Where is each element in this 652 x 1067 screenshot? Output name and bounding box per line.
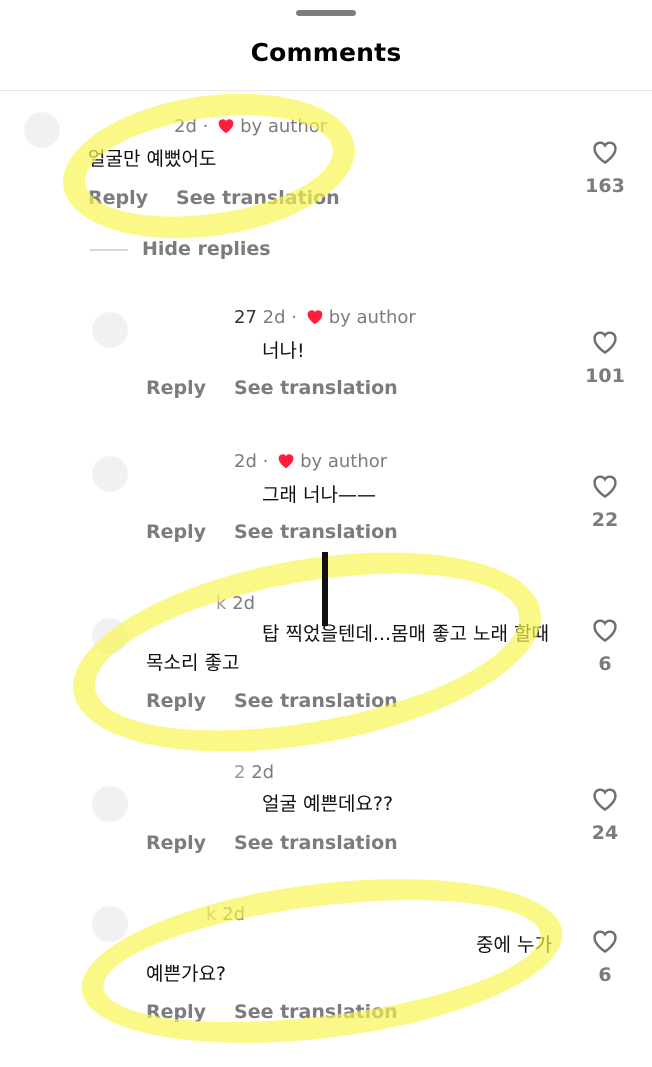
comment-time: 2d <box>262 307 286 328</box>
comment-username[interactable]: k <box>206 904 216 925</box>
see-translation-button[interactable]: See translation <box>234 1001 398 1023</box>
avatar[interactable] <box>92 618 128 654</box>
reply-button[interactable]: Reply <box>146 1001 206 1023</box>
like-count: 6 <box>598 653 612 675</box>
like-button[interactable]: 24 <box>580 785 630 844</box>
comment-meta: 2d · by author <box>174 116 328 139</box>
reply-button[interactable]: Reply <box>146 521 206 543</box>
comment-text: 너나! <box>262 340 305 362</box>
heart-outline-icon[interactable] <box>590 785 620 812</box>
hide-replies-label: Hide replies <box>142 238 271 260</box>
redaction-mark <box>322 552 328 626</box>
comment-username[interactable]: 27 <box>234 307 257 328</box>
comment-text: 중에 누가 예쁜가요? <box>146 934 552 985</box>
like-button[interactable]: 6 <box>580 927 630 986</box>
author-tag: by author <box>328 307 416 328</box>
comment-username[interactable]: 2 <box>234 762 245 783</box>
author-tag: by author <box>300 451 388 472</box>
see-translation-button[interactable]: See translation <box>234 377 398 399</box>
reply-button[interactable]: Reply <box>88 187 148 209</box>
avatar[interactable] <box>92 312 128 348</box>
like-button[interactable]: 163 <box>580 138 630 197</box>
avatar[interactable] <box>24 112 60 148</box>
comment-text: 탑 찍었을텐데...몸매 좋고 노래 할때 목소리 좋고 <box>146 623 549 674</box>
comment-time: 2d <box>234 451 257 472</box>
like-button[interactable]: 6 <box>580 616 630 675</box>
comment-meta: 27 2d · by author <box>234 307 416 330</box>
heart-outline-icon[interactable] <box>590 927 620 954</box>
comment-text: 그래 너나—— <box>262 484 376 506</box>
see-translation-button[interactable]: See translation <box>234 521 398 543</box>
reply-button[interactable]: Reply <box>146 832 206 854</box>
heart-outline-icon[interactable] <box>590 328 620 355</box>
comment-time: 2d <box>251 762 275 783</box>
page-title: Comments <box>250 38 402 67</box>
comment-meta: 2d · by author <box>234 451 388 474</box>
see-translation-button[interactable]: See translation <box>176 187 340 209</box>
heart-outline-icon[interactable] <box>590 138 620 165</box>
see-translation-button[interactable]: See translation <box>234 832 398 854</box>
like-button[interactable]: 101 <box>580 328 630 387</box>
comments-sheet: Comments 2d · by author 얼굴만 예뻤어도 Reply Se… <box>0 0 652 1067</box>
avatar[interactable] <box>92 456 128 492</box>
hide-replies-button[interactable]: Hide replies <box>90 238 271 260</box>
heart-outline-icon[interactable] <box>590 616 620 643</box>
comment-meta: k 2d <box>146 593 255 614</box>
author-tag: by author <box>240 116 328 137</box>
comment-time: 2d <box>174 116 197 137</box>
comment-meta: k 2d <box>146 904 245 925</box>
like-count: 163 <box>585 175 625 197</box>
comment-username[interactable]: k <box>216 593 226 614</box>
header-divider <box>0 90 652 91</box>
like-count: 101 <box>585 365 625 387</box>
like-count: 6 <box>598 964 612 986</box>
heart-filled-icon <box>276 451 296 474</box>
like-count: 22 <box>591 509 619 531</box>
divider-line <box>90 248 128 251</box>
reply-button[interactable]: Reply <box>146 690 206 712</box>
comment-time: 2d <box>232 593 256 614</box>
heart-filled-icon <box>305 307 325 330</box>
see-translation-button[interactable]: See translation <box>234 690 398 712</box>
like-button[interactable]: 22 <box>580 472 630 531</box>
drag-handle[interactable] <box>296 10 356 16</box>
reply-button[interactable]: Reply <box>146 377 206 399</box>
comment-time: 2d <box>222 904 246 925</box>
comment-text: 얼굴 예쁜데요?? <box>262 793 394 815</box>
heart-outline-icon[interactable] <box>590 472 620 499</box>
like-count: 24 <box>591 822 619 844</box>
heart-filled-icon <box>216 116 236 139</box>
avatar[interactable] <box>92 906 128 942</box>
comment-meta: 2 2d <box>146 762 274 783</box>
comment-text: 얼굴만 예뻤어도 <box>88 148 217 170</box>
avatar[interactable] <box>92 786 128 822</box>
